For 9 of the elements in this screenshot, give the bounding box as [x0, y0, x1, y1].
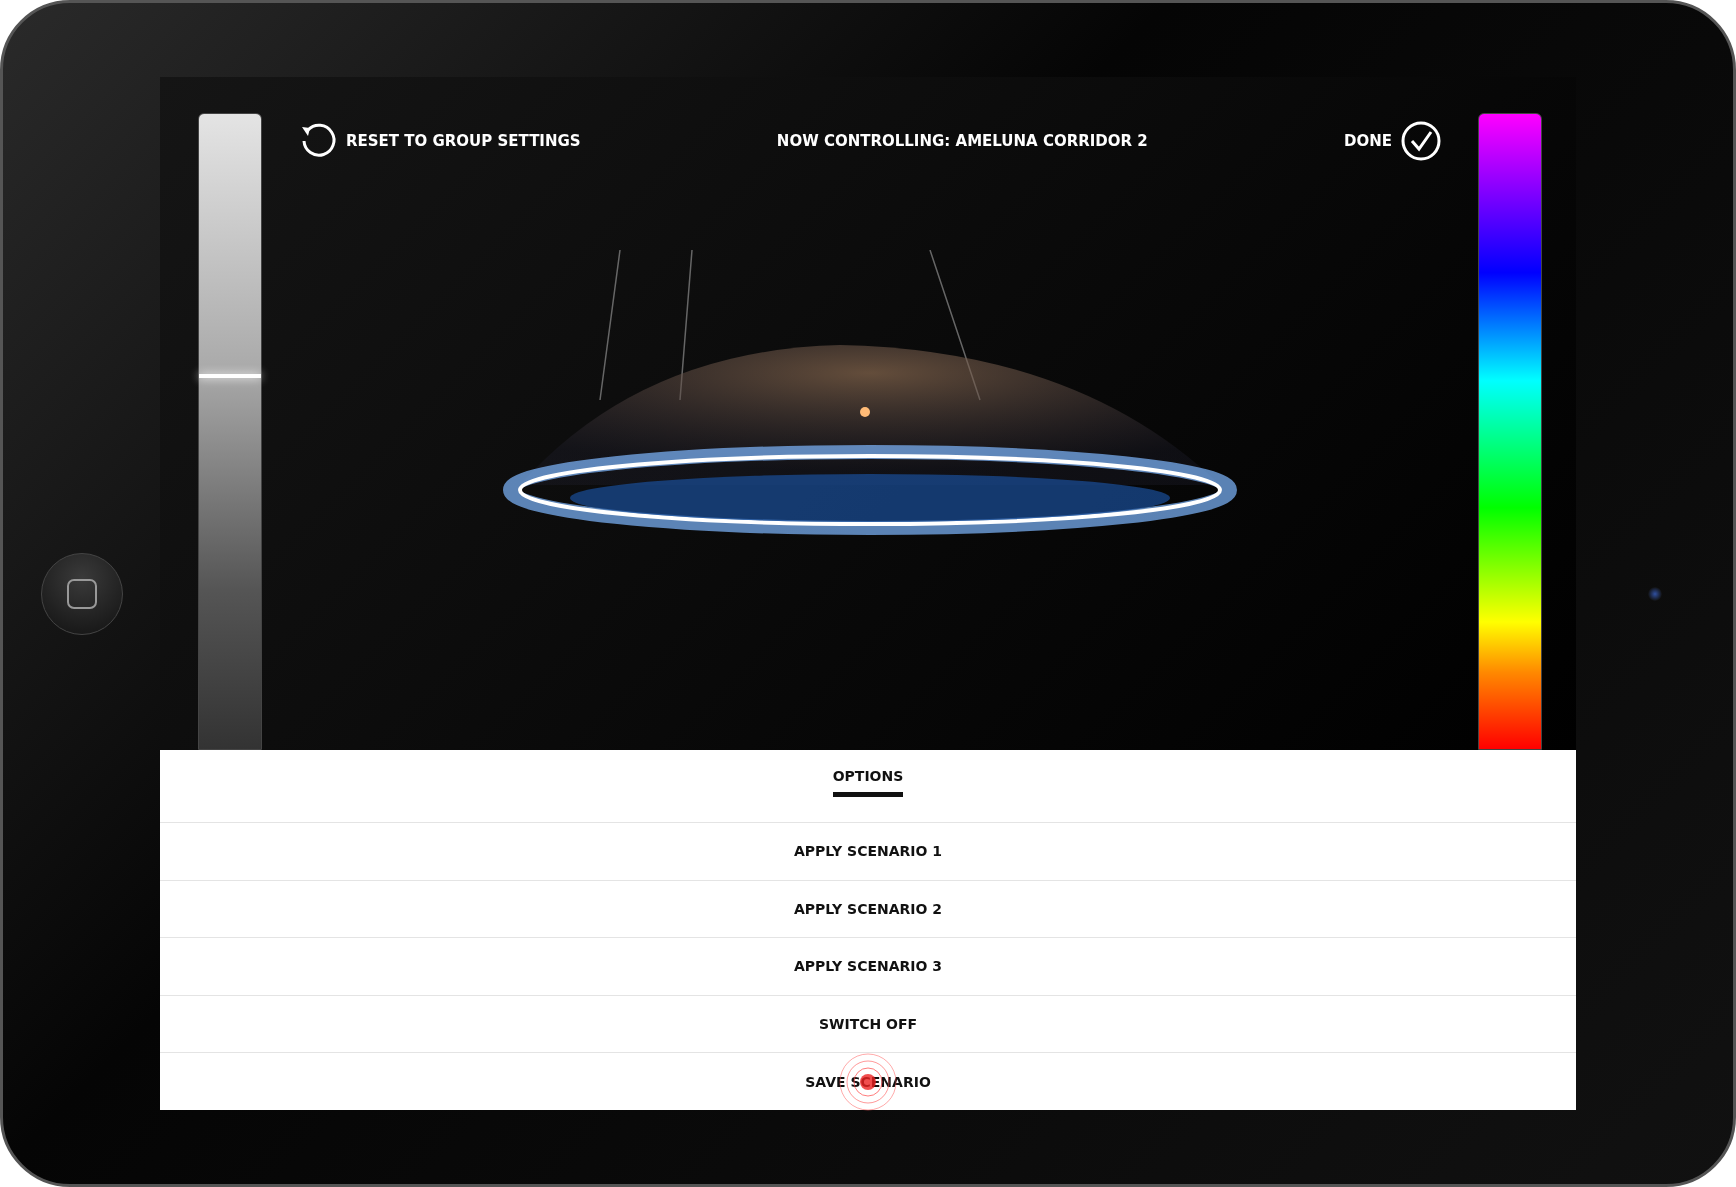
options-tab[interactable]: OPTIONS — [832, 750, 904, 797]
now-controlling-title: NOW CONTROLLING: AMELUNA CORRIDOR 2 — [776, 132, 1148, 150]
slider-thumb[interactable] — [199, 374, 261, 379]
reset-button[interactable]: RESET TO GROUP SETTINGS — [298, 121, 581, 161]
done-button[interactable]: DONE — [1343, 120, 1442, 162]
camera-icon — [1647, 586, 1662, 601]
color-spectrum-bar[interactable] — [1478, 113, 1542, 750]
checkmark-icon — [1400, 120, 1442, 162]
brightness-slider[interactable] — [198, 113, 262, 750]
